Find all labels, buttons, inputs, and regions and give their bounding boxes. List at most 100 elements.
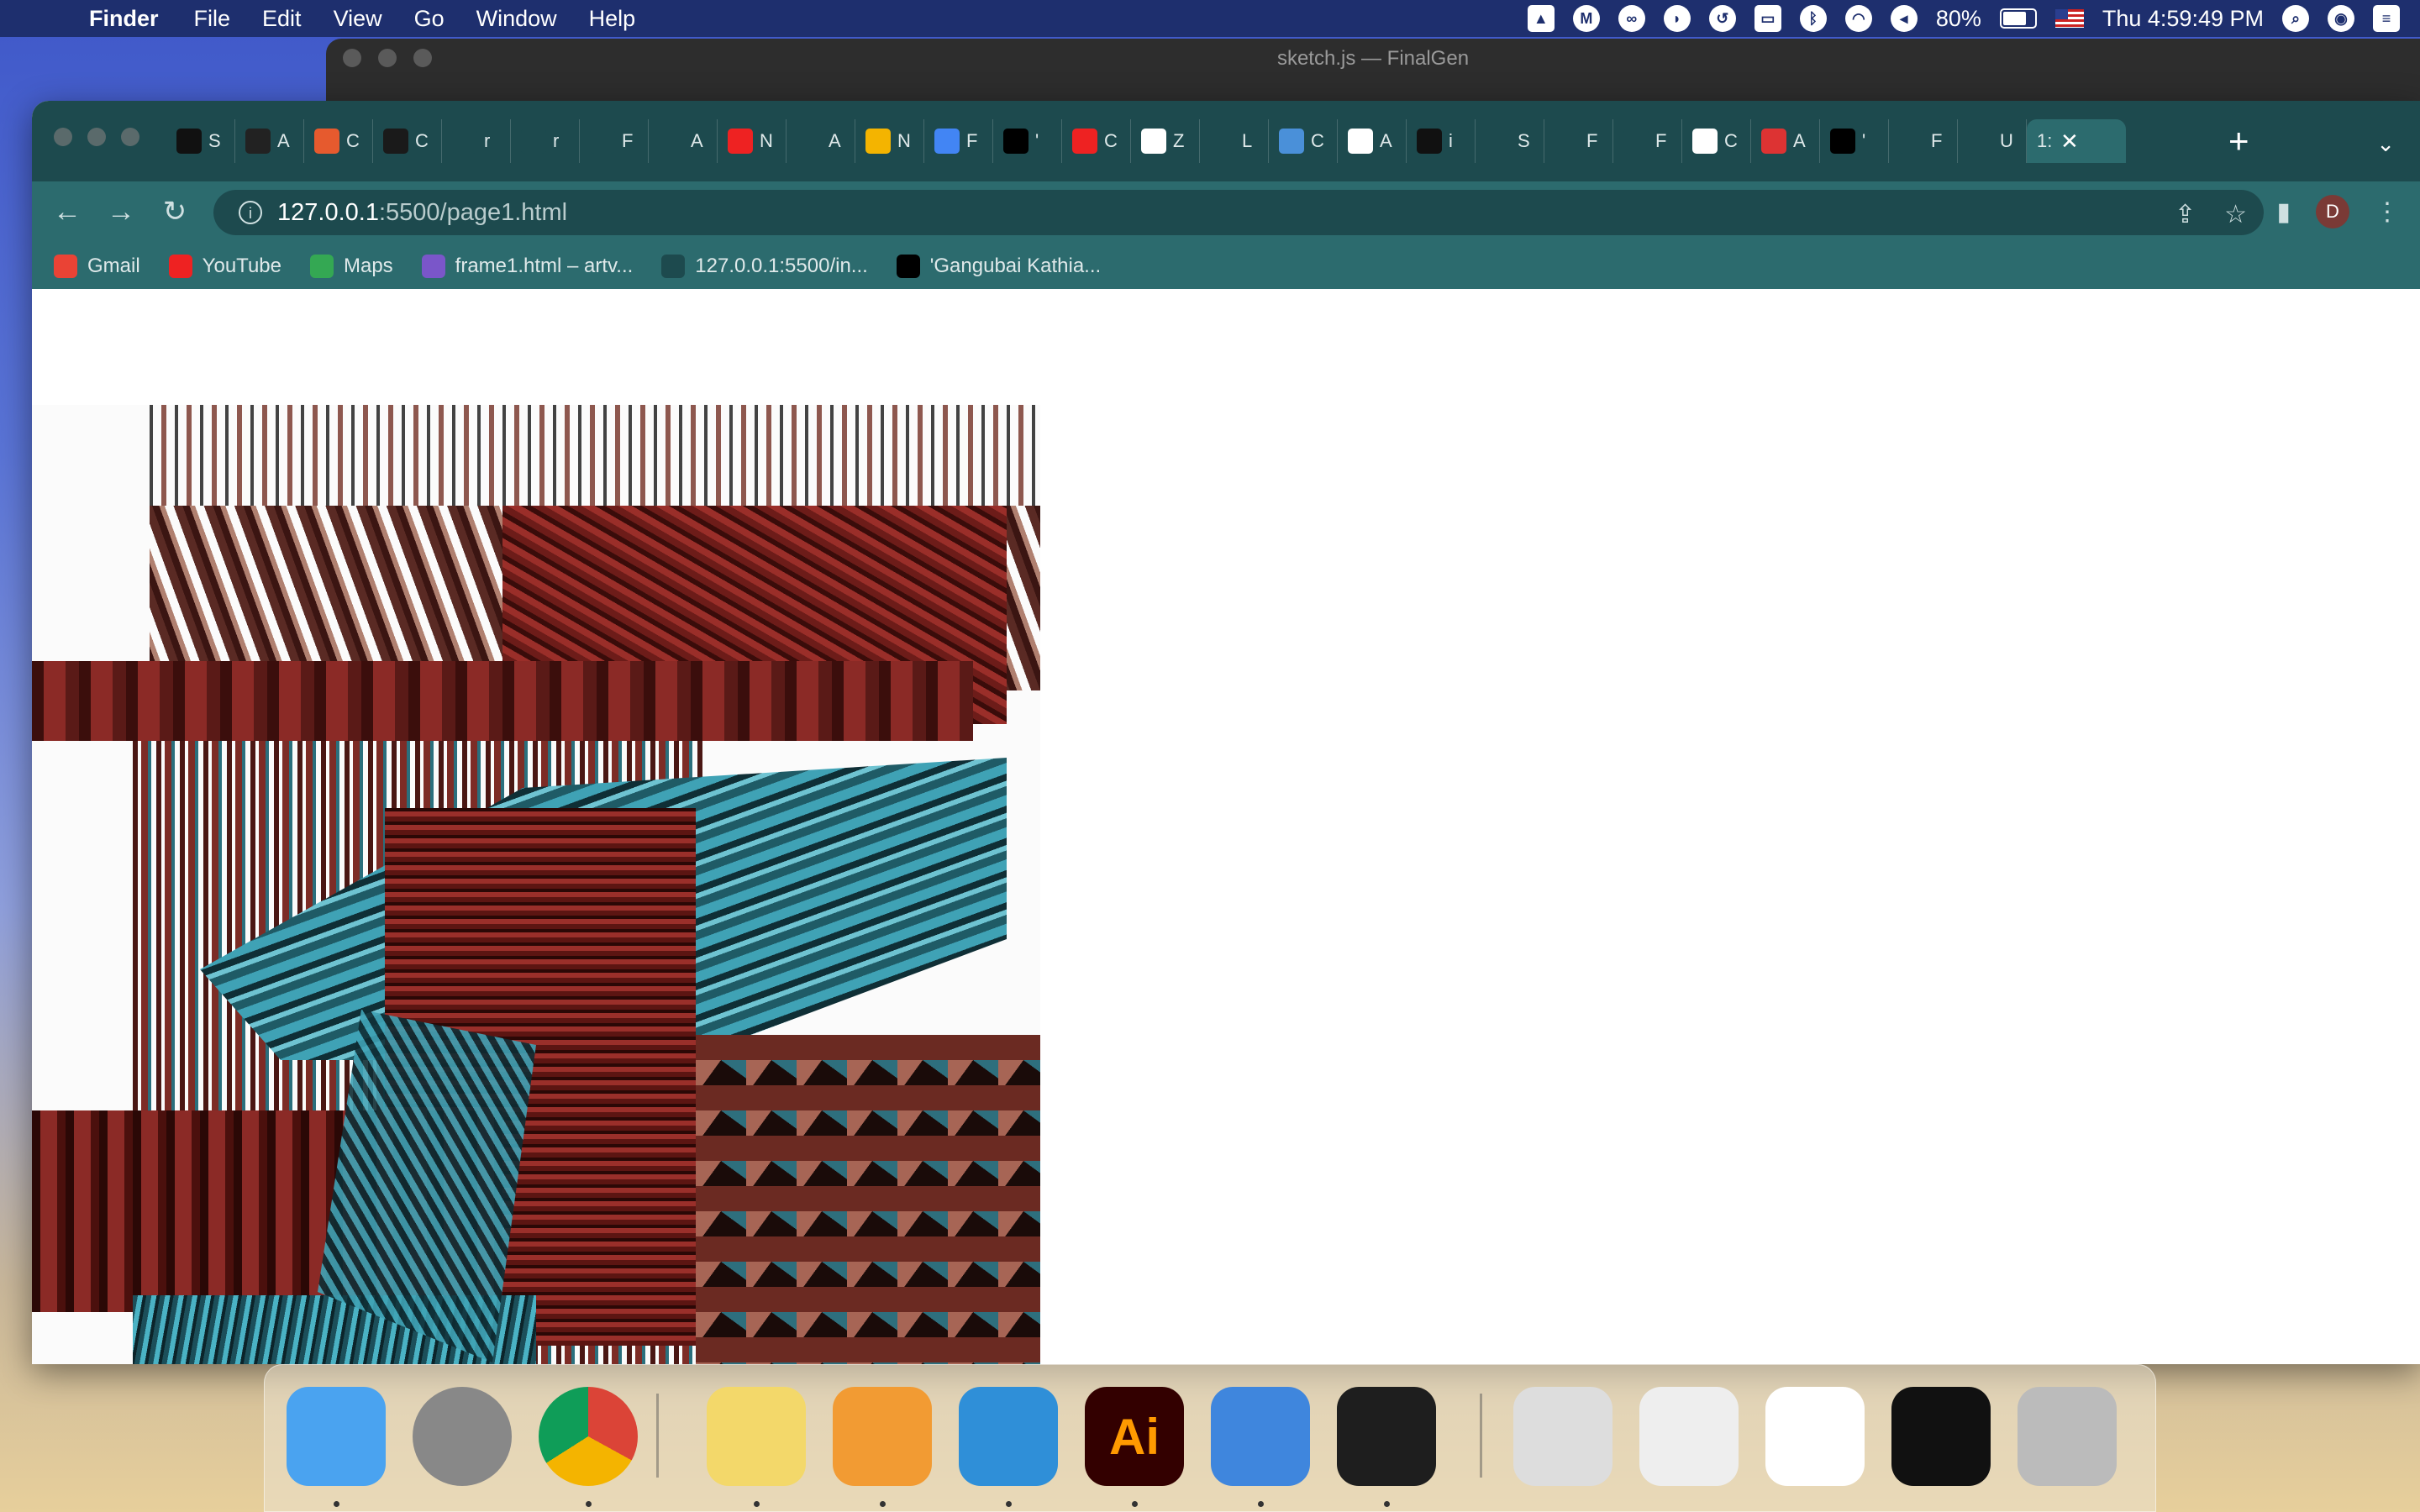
clock[interactable]: Thu 4:59:49 PM	[2102, 6, 2264, 32]
dock-vscode-icon[interactable]	[959, 1387, 1058, 1486]
browser-tab[interactable]: L	[1200, 119, 1269, 163]
browser-tab[interactable]: '	[993, 119, 1062, 163]
browser-tab[interactable]: r	[511, 119, 580, 163]
tab-title: N	[897, 130, 911, 151]
dock-launchpad-icon[interactable]	[413, 1387, 512, 1486]
tab-title: A	[829, 130, 841, 151]
url-host: 127.0.0.1	[277, 198, 379, 226]
dock-chrome-window-1-icon[interactable]	[1639, 1387, 1739, 1486]
close-window-button[interactable]	[54, 128, 72, 146]
dock-stickies-icon[interactable]	[707, 1387, 806, 1486]
zoom-window-button[interactable]	[121, 128, 139, 146]
share-icon[interactable]: ⇪	[2175, 200, 2196, 229]
menu-view[interactable]: View	[334, 6, 382, 32]
dropbox-icon[interactable]: ▲	[1527, 5, 1555, 32]
dock-finder-icon[interactable]	[287, 1387, 386, 1486]
browser-tab[interactable]: U	[1958, 119, 2027, 163]
dock-recent-document-icon[interactable]	[1513, 1387, 1612, 1486]
tab-active[interactable]: 1: ✕	[2027, 119, 2126, 163]
wifi-icon[interactable]: ◠	[1844, 5, 1872, 32]
figma-icon	[1899, 129, 1924, 154]
siri-icon[interactable]: ◉	[2328, 5, 2354, 32]
site-info-icon[interactable]: i	[239, 201, 262, 224]
tab-title: C	[415, 130, 429, 151]
dock-document-window-icon[interactable]	[1765, 1387, 1865, 1486]
browser-tab[interactable]: i	[1407, 119, 1476, 163]
dock-trash-icon[interactable]	[2018, 1387, 2117, 1486]
browser-tab[interactable]: F	[924, 119, 993, 163]
browser-tab[interactable]: C	[304, 119, 373, 163]
volume-icon[interactable]: ◂	[1890, 5, 1918, 32]
bookmark-item[interactable]: Maps	[309, 255, 393, 278]
browser-tab[interactable]: N	[855, 119, 924, 163]
browser-tab[interactable]: A	[1338, 119, 1407, 163]
browser-tab[interactable]: A	[235, 119, 304, 163]
browser-tab[interactable]: '	[1820, 119, 1889, 163]
google-icon	[383, 129, 408, 154]
bookmark-item[interactable]: Gmail	[54, 255, 140, 278]
globe-icon	[661, 255, 686, 278]
dock-pages-icon[interactable]	[833, 1387, 932, 1486]
airplay-icon[interactable]: ▭	[1754, 5, 1781, 32]
dmt-icon	[1003, 129, 1028, 154]
minimize-window-button[interactable]	[87, 128, 106, 146]
reload-icon[interactable]: ↻	[158, 195, 192, 228]
vpn-icon[interactable]: ◗	[1663, 5, 1691, 32]
dock-illustrator-icon[interactable]: Ai	[1085, 1387, 1184, 1486]
browser-tab[interactable]: F	[1889, 119, 1958, 163]
dmt-icon	[1830, 129, 1855, 154]
menu-window[interactable]: Window	[476, 6, 557, 32]
back-arrow-icon[interactable]: ←	[50, 195, 84, 228]
url-path: :5500/page1.html	[378, 198, 568, 226]
forward-arrow-icon[interactable]: →	[104, 195, 138, 228]
side-panel-icon[interactable]: ▮	[2276, 197, 2291, 227]
address-bar[interactable]: i 127.0.0.1:5500/page1.html ⇪ ☆	[213, 190, 2264, 235]
browser-tab[interactable]: r	[442, 119, 511, 163]
menu-edit[interactable]: Edit	[262, 6, 302, 32]
battery-icon[interactable]	[1999, 8, 2037, 29]
dock-chrome-icon[interactable]	[539, 1387, 638, 1486]
bluetooth-icon[interactable]: ᛒ	[1799, 5, 1827, 32]
browser-tab[interactable]: A	[649, 119, 718, 163]
browser-tab[interactable]: S	[166, 119, 235, 163]
m-status-icon[interactable]: M	[1572, 5, 1600, 32]
close-tab-icon[interactable]: ✕	[2060, 129, 2079, 155]
dock-chrome-window-2-icon[interactable]	[1891, 1387, 1991, 1486]
dock-figma-icon[interactable]	[1337, 1387, 1436, 1486]
browser-tab[interactable]: S	[1476, 119, 1544, 163]
browser-tab[interactable]: A	[786, 119, 855, 163]
browser-tab[interactable]: N	[718, 119, 786, 163]
browser-tab[interactable]: Z	[1131, 119, 1200, 163]
spotlight-icon[interactable]: ⌕	[2282, 5, 2309, 32]
input-source-flag-icon[interactable]	[2054, 9, 2084, 28]
kebab-menu-icon[interactable]: ⋮	[2375, 197, 2400, 227]
menu-file[interactable]: File	[194, 6, 231, 32]
toolbar: ← → ↻ i 127.0.0.1:5500/page1.html ⇪ ☆ ▮ …	[32, 181, 2420, 244]
bookmark-item[interactable]: 127.0.0.1:5500/in...	[661, 255, 868, 278]
bookmark-item[interactable]: 'Gangubai Kathia...	[896, 255, 1102, 278]
browser-tab[interactable]: F	[1544, 119, 1613, 163]
new-tab-button[interactable]: +	[2228, 121, 2249, 161]
time-machine-icon[interactable]: ↺	[1708, 5, 1736, 32]
menu-app-finder[interactable]: Finder	[89, 6, 159, 32]
browser-tab[interactable]: A	[1751, 119, 1820, 163]
browser-tab[interactable]: C	[1682, 119, 1751, 163]
tab-search-chevron-icon[interactable]: ⌄	[2376, 131, 2395, 157]
bookmark-label: 'Gangubai Kathia...	[929, 255, 1102, 277]
menu-help[interactable]: Help	[589, 6, 636, 32]
creative-cloud-icon[interactable]: ∞	[1618, 5, 1645, 32]
bookmark-item[interactable]: frame1.html – artv...	[421, 255, 633, 278]
bookmark-item[interactable]: YouTube	[168, 255, 281, 278]
bookmark-star-icon[interactable]: ☆	[2224, 200, 2247, 229]
browser-tab[interactable]: C	[1269, 119, 1338, 163]
browser-tab[interactable]: F	[1613, 119, 1682, 163]
menu-go[interactable]: Go	[414, 6, 445, 32]
tab-title: r	[553, 130, 560, 151]
dock-keynote-icon[interactable]	[1211, 1387, 1310, 1486]
browser-tab[interactable]: C	[373, 119, 442, 163]
browser-tab[interactable]: F	[580, 119, 649, 163]
control-center-icon[interactable]: ≡	[2373, 5, 2400, 32]
tab-title: N	[760, 130, 773, 151]
profile-avatar[interactable]: D	[2316, 195, 2349, 228]
browser-tab[interactable]: C	[1062, 119, 1131, 163]
